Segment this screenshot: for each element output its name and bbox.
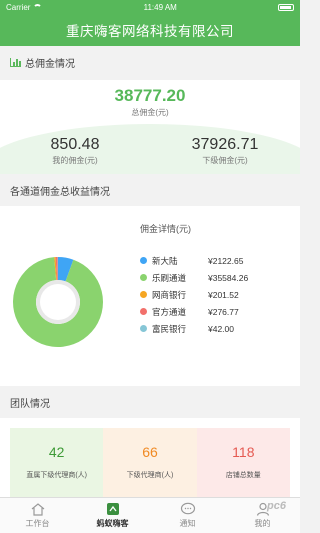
my-commission-value: 850.48 <box>50 136 100 153</box>
my-commission-label: 我的佣金(元) <box>52 156 98 165</box>
tab-mine[interactable]: 我的 <box>225 498 300 533</box>
chat-bubble-icon <box>180 502 195 515</box>
downline-commission-label: 下级佣金(元) <box>202 156 248 165</box>
downline-commission-value: 37926.71 <box>191 136 259 153</box>
stores-card[interactable]: 118 店铺总数量 <box>196 428 290 498</box>
legend-dot <box>140 274 147 281</box>
status-time: 11:49 AM <box>143 2 177 12</box>
home-icon <box>31 503 44 516</box>
tab-notifications[interactable]: 通知 <box>150 498 225 533</box>
bar-chart-icon <box>10 57 21 67</box>
total-section-title: 总佣金情况 <box>25 58 75 70</box>
donut-center <box>40 284 76 320</box>
carrier-label: Carrier <box>6 2 31 12</box>
tab-ant-hike[interactable]: 蚂蚁嗨客 <box>75 498 150 533</box>
team-section-title: 团队情况 <box>10 398 50 410</box>
legend-value: ¥35584.26 <box>208 272 249 283</box>
direct-agents-card[interactable]: 42 直属下级代理商(人) <box>10 428 104 498</box>
wifi-icon <box>33 4 43 10</box>
sub-agents-count: 66 <box>142 444 158 460</box>
legend-dot <box>140 291 147 298</box>
tab-ant-hike-label: 蚂蚁嗨客 <box>96 519 129 528</box>
tab-workbench-label: 工作台 <box>25 519 50 528</box>
direct-agents-label: 直属下级代理商(人) <box>26 472 87 479</box>
commission-donut-chart[interactable] <box>12 256 104 348</box>
channel-commission-panel: 佣金详情(元) 新大陆 ¥2122.65 乐刷通道 ¥35584.26 网商银行 ¥201… <box>0 206 300 386</box>
total-section-header: 总佣金情况 <box>0 46 300 78</box>
sub-agents-label: 下级代理商(人) <box>126 472 174 479</box>
team-cards: 42 直属下级代理商(人) 66 下级代理商(人) 118 店铺总数量 <box>10 428 290 498</box>
sub-agents-card[interactable]: 66 下级代理商(人) <box>103 428 197 498</box>
legend-name: 富民银行 <box>152 323 187 334</box>
total-commission: 38777.20 总佣金(元) <box>0 86 300 118</box>
team-section-header: 团队情况 <box>0 386 300 418</box>
bottom-tab-bar: 工作台 蚂蚁嗨客 通知 我的 <box>0 497 300 533</box>
legend-dot <box>140 257 147 264</box>
status-bar: Carrier 11:49 AM <box>0 0 300 14</box>
legend-item: 网商银行 ¥201.52 <box>140 286 290 303</box>
channel-section-title: 各通道佣金总收益情况 <box>10 186 110 198</box>
legend-item: 新大陆 ¥2122.65 <box>140 252 290 269</box>
watermark-logo: pc6 <box>267 500 286 512</box>
legend-name: 官方通道 <box>152 306 187 317</box>
legend-name: 新大陆 <box>152 255 178 266</box>
channel-section-header: 各通道佣金总收益情况 <box>0 174 300 206</box>
total-commission-panel: 38777.20 总佣金(元) 850.48 我的佣金(元) 37926.71 … <box>0 80 300 174</box>
stores-label: 店铺总数量 <box>225 472 261 479</box>
app-title: 重庆嗨客网络科技有限公司 <box>0 14 300 46</box>
commission-detail-title: 佣金详情(元) <box>140 224 191 234</box>
legend-value: ¥2122.65 <box>208 255 244 266</box>
tab-mine-label: 我的 <box>254 519 271 528</box>
legend-value: ¥276.77 <box>208 306 239 317</box>
team-panel: 42 直属下级代理商(人) 66 下级代理商(人) 118 店铺总数量 <box>0 418 300 500</box>
legend-dot <box>140 325 147 332</box>
status-left: Carrier <box>6 2 43 12</box>
tab-workbench[interactable]: 工作台 <box>0 498 75 533</box>
legend-name: 网商银行 <box>152 289 187 300</box>
legend-item: 富民银行 ¥42.00 <box>140 320 290 337</box>
total-commission-value: 38777.20 <box>114 86 186 105</box>
legend-item: 乐刷通道 ¥35584.26 <box>140 269 290 286</box>
stores-count: 118 <box>232 444 255 460</box>
my-commission: 850.48 我的佣金(元) <box>0 136 150 166</box>
legend-item: 官方通道 ¥276.77 <box>140 303 290 320</box>
chart-legend: 新大陆 ¥2122.65 乐刷通道 ¥35584.26 网商银行 ¥201.52 官方通道 ¥… <box>140 252 290 337</box>
battery-icon <box>277 3 294 11</box>
legend-value: ¥42.00 <box>208 323 234 334</box>
downline-commission: 37926.71 下级佣金(元) <box>150 136 300 166</box>
direct-agents-count: 42 <box>48 444 65 460</box>
total-commission-label: 总佣金(元) <box>131 108 169 117</box>
legend-dot <box>140 308 147 315</box>
legend-name: 乐刷通道 <box>152 272 187 283</box>
tab-notifications-label: 通知 <box>179 519 196 528</box>
ant-hike-icon <box>106 503 119 515</box>
legend-value: ¥201.52 <box>208 289 239 300</box>
